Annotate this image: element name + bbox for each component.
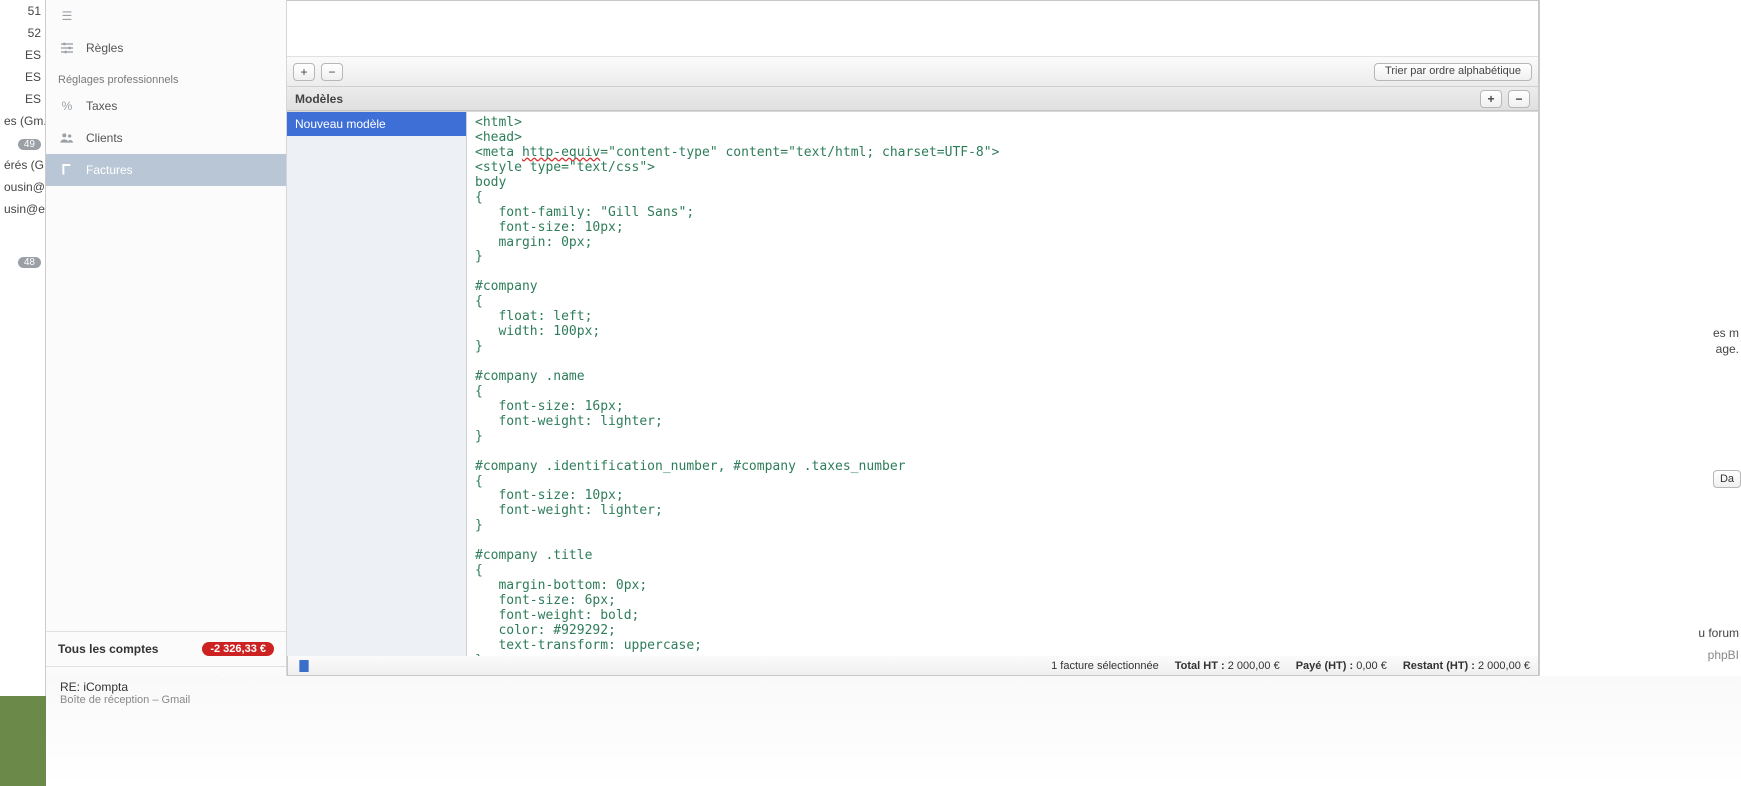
sidebar-item-taxes[interactable]: % Taxes: [46, 90, 286, 122]
document-icon: [58, 161, 76, 179]
clipped-button[interactable]: Da: [1713, 470, 1741, 488]
sidebar-section-pro: Réglages professionnels: [46, 64, 286, 90]
background-mail-preview: RE: iCompta Boîte de réception – Gmail: [60, 676, 190, 706]
sidebar: ☰ Règles Réglages professionnels % Taxes…: [46, 0, 287, 696]
sidebar-item-invoices[interactable]: Factures: [46, 154, 286, 186]
sidebar-item-clients[interactable]: Clients: [46, 122, 286, 154]
unread-badge: 49: [18, 139, 41, 150]
status-bar: 1 facture sélectionnée Total HT : 2 000,…: [287, 656, 1539, 676]
accounts-label: Tous les comptes: [58, 642, 158, 656]
model-remove-button[interactable]: −: [1508, 90, 1530, 108]
model-list: Nouveau modèle: [287, 112, 467, 695]
main-top-area: [287, 1, 1538, 57]
unread-badge: 48: [18, 257, 41, 268]
add-button[interactable]: +: [293, 63, 315, 81]
sidebar-item-label: Taxes: [86, 99, 117, 113]
sliders-icon: [58, 39, 76, 57]
remove-button[interactable]: −: [321, 63, 343, 81]
accounts-summary[interactable]: Tous les comptes -2 326,33 €: [46, 631, 286, 666]
toolbar: + − Trier par ordre alphabétique: [287, 57, 1538, 87]
model-add-button[interactable]: +: [1480, 90, 1502, 108]
status-selection: 1 facture sélectionnée: [1051, 660, 1159, 672]
bars-icon: ☰: [58, 7, 76, 25]
people-icon: [58, 129, 76, 147]
background-right-panel: es m age. Da u forum phpBI: [1539, 0, 1741, 676]
sort-alpha-button[interactable]: Trier par ordre alphabétique: [1374, 63, 1532, 81]
accounts-balance: -2 326,33 €: [202, 642, 274, 656]
main-panel: + − Trier par ordre alphabétique Modèles…: [287, 0, 1539, 696]
sidebar-item-label: Clients: [86, 131, 123, 145]
sidebar-item-label: Règles: [86, 41, 123, 55]
sidebar-item-unknown[interactable]: ☰: [46, 0, 286, 32]
model-list-item[interactable]: Nouveau modèle: [287, 112, 466, 136]
sidebar-item-rules[interactable]: Règles: [46, 32, 286, 64]
background-mail-column: 51 52 ES ES ES es (Gm... 49 érés (G... o…: [0, 0, 46, 696]
percent-icon: %: [58, 97, 76, 115]
models-header: Modèles + −: [287, 87, 1538, 111]
sidebar-item-label: Factures: [86, 163, 133, 177]
models-title: Modèles: [295, 92, 343, 106]
document-icon[interactable]: [296, 658, 312, 674]
code-editor[interactable]: <html> <head> <meta http-equiv="content-…: [467, 112, 1538, 695]
